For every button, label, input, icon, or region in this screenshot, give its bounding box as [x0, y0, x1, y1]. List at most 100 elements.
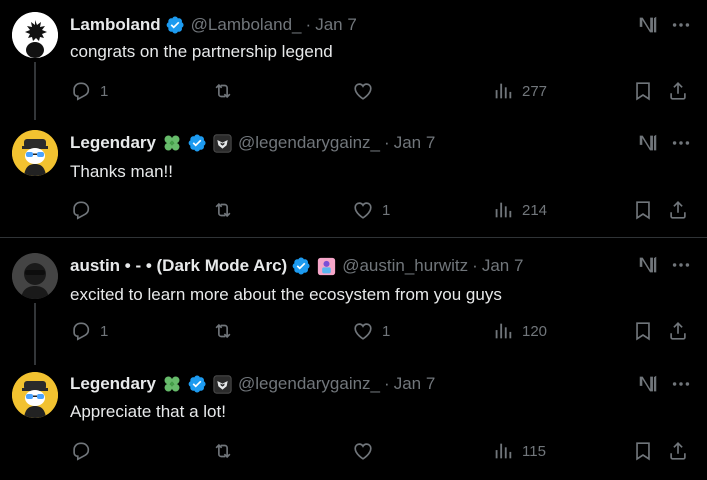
timestamp[interactable]: Jan 7 — [315, 15, 357, 35]
views-icon — [492, 80, 514, 102]
retweet-button[interactable] — [212, 320, 242, 342]
reply-count: 1 — [100, 322, 109, 340]
bookmark-icon — [632, 80, 654, 102]
avatar[interactable] — [12, 372, 58, 418]
tweet-legendary-reply[interactable]: Legendary @legendarygainz_ · Jan 7 Thank… — [0, 120, 707, 236]
clover-emoji-icon — [162, 133, 182, 153]
views-count: 120 — [522, 322, 548, 340]
share-icon — [667, 320, 689, 342]
like-count: 1 — [382, 322, 391, 340]
tweet-header: Lamboland @Lamboland_ · Jan 7 — [70, 14, 357, 36]
bookmark-button[interactable] — [632, 320, 654, 342]
retweet-button[interactable] — [212, 440, 242, 462]
bookmark-icon — [632, 440, 654, 462]
user-handle[interactable]: @legendarygainz_ — [238, 133, 380, 153]
like-icon — [352, 440, 374, 462]
tweet-lamboland[interactable]: Lamboland @Lamboland_ · Jan 7 congrats o… — [0, 0, 707, 120]
affiliate-badge-icon[interactable] — [213, 134, 232, 153]
user-handle[interactable]: @legendarygainz_ — [238, 374, 380, 394]
share-button[interactable] — [667, 320, 689, 342]
like-button[interactable]: 1 — [352, 199, 390, 221]
avatar[interactable] — [12, 130, 58, 176]
bookmark-button[interactable] — [632, 80, 654, 102]
share-button[interactable] — [667, 80, 689, 102]
bookmark-icon — [632, 199, 654, 221]
retweet-button[interactable] — [212, 199, 242, 221]
views-count: 277 — [522, 82, 548, 100]
like-count: 1 — [382, 201, 391, 219]
more-icon[interactable] — [670, 132, 692, 154]
grok-icon[interactable] — [637, 254, 659, 276]
action-bar: 1 1 120 — [70, 320, 696, 344]
share-button[interactable] — [667, 199, 689, 221]
reply-button[interactable] — [70, 199, 100, 221]
action-bar: 115 — [70, 440, 696, 464]
views-button[interactable]: 214 — [492, 199, 547, 221]
reply-icon — [70, 320, 92, 342]
timestamp[interactable]: Jan 7 — [482, 256, 524, 276]
reply-button[interactable] — [70, 440, 100, 462]
retweet-button[interactable] — [212, 80, 242, 102]
bookmark-icon — [632, 320, 654, 342]
separator-dot: · — [305, 15, 312, 34]
views-icon — [492, 440, 514, 462]
grok-icon[interactable] — [637, 132, 659, 154]
reply-icon — [70, 440, 92, 462]
display-name[interactable]: Legendary — [70, 374, 156, 394]
separator-dot: · — [384, 374, 390, 393]
views-count: 214 — [522, 201, 548, 219]
arc-badge-icon[interactable] — [317, 257, 336, 276]
tweet-header: Legendary @legendarygainz_ · Jan 7 — [70, 132, 435, 154]
more-icon[interactable] — [670, 254, 692, 276]
affiliate-badge-icon[interactable] — [213, 375, 232, 394]
verified-badge-icon[interactable] — [291, 256, 311, 276]
views-button[interactable]: 120 — [492, 320, 547, 342]
share-icon — [667, 440, 689, 462]
like-button[interactable] — [352, 440, 382, 462]
tweet-text: Thanks man!! — [70, 162, 173, 181]
more-icon[interactable] — [670, 373, 692, 395]
more-icon[interactable] — [670, 14, 692, 36]
verified-badge-icon[interactable] — [187, 133, 207, 153]
share-button[interactable] — [667, 440, 689, 462]
share-icon — [667, 80, 689, 102]
verified-badge-icon[interactable] — [187, 374, 207, 394]
display-name[interactable]: Lamboland — [70, 15, 161, 35]
views-icon — [492, 320, 514, 342]
action-bar: 1 214 — [70, 199, 696, 223]
timestamp[interactable]: Jan 7 — [394, 374, 436, 394]
retweet-icon — [212, 80, 234, 102]
bookmark-button[interactable] — [632, 199, 654, 221]
views-count: 115 — [522, 442, 546, 460]
like-button[interactable]: 1 — [352, 320, 390, 342]
action-bar: 1 277 — [70, 80, 696, 104]
avatar[interactable] — [12, 253, 58, 299]
verified-badge-icon[interactable] — [165, 15, 185, 35]
views-button[interactable]: 115 — [492, 440, 546, 462]
thread-line — [34, 62, 36, 120]
tweet-header: austin • - • (Dark Mode Arc) @austin_hur… — [70, 255, 523, 277]
like-button[interactable] — [352, 80, 382, 102]
reply-icon — [70, 199, 92, 221]
tweet-text: congrats on the partnership legend — [70, 42, 333, 61]
reply-count: 1 — [100, 82, 109, 100]
separator-dot: · — [384, 133, 390, 152]
views-button[interactable]: 277 — [492, 80, 547, 102]
display-name[interactable]: austin • - • (Dark Mode Arc) — [70, 256, 287, 276]
clover-emoji-icon — [162, 374, 182, 394]
like-icon — [352, 320, 374, 342]
bookmark-button[interactable] — [632, 440, 654, 462]
reply-button[interactable]: 1 — [70, 320, 108, 342]
views-icon — [492, 199, 514, 221]
display-name[interactable]: Legendary — [70, 133, 156, 153]
grok-icon[interactable] — [637, 14, 659, 36]
user-handle[interactable]: @Lamboland_ — [191, 15, 302, 35]
user-handle[interactable]: @austin_hurwitz — [342, 256, 468, 276]
tweet-austin[interactable]: austin • - • (Dark Mode Arc) @austin_hur… — [0, 238, 707, 365]
thread-line — [34, 303, 36, 365]
reply-button[interactable]: 1 — [70, 80, 108, 102]
timestamp[interactable]: Jan 7 — [394, 133, 436, 153]
tweet-legendary-reply-2[interactable]: Legendary @legendarygainz_ · Jan 7 Appre… — [0, 360, 707, 480]
grok-icon[interactable] — [637, 373, 659, 395]
avatar[interactable] — [12, 12, 58, 58]
